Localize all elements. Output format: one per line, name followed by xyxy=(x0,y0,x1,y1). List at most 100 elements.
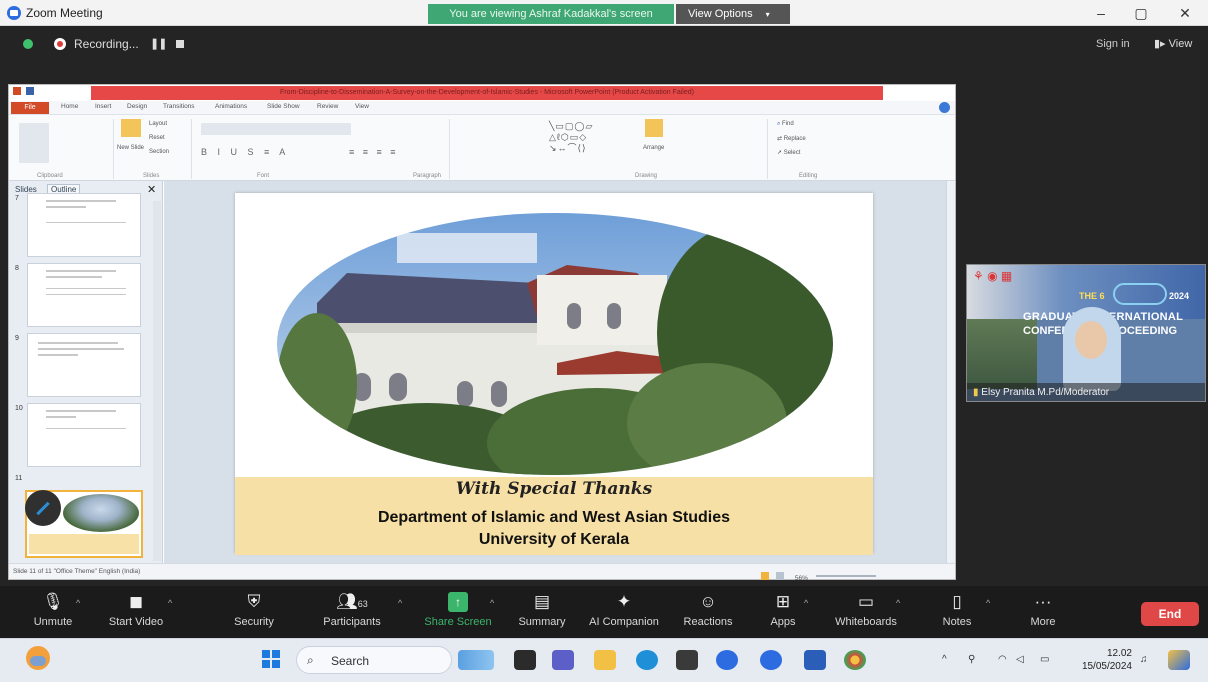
pause-recording-button[interactable]: ❚❚ xyxy=(150,37,167,50)
tab-insert[interactable]: Insert xyxy=(95,103,111,110)
cursor-icon: ➚ xyxy=(777,150,783,156)
slide-scrollbar[interactable] xyxy=(946,181,955,563)
powerpoint-window: From-Discipline-to-Dissemination-A-Surve… xyxy=(8,84,956,582)
arrange-button[interactable]: Arrange xyxy=(643,145,664,151)
slide-thumbnail[interactable] xyxy=(27,263,141,327)
windows-start-button[interactable] xyxy=(262,650,280,668)
whiteboards-chevron-icon[interactable]: ^ xyxy=(896,598,900,608)
sign-in-link[interactable]: Sign in xyxy=(1096,38,1130,50)
maximize-button[interactable]: ▢ xyxy=(1126,4,1156,22)
end-meeting-button[interactable]: End xyxy=(1141,602,1199,626)
slide-thumbnail[interactable] xyxy=(27,403,141,467)
section-button[interactable]: Section xyxy=(149,149,169,155)
copilot-icon[interactable] xyxy=(1168,650,1190,670)
close-panel-icon[interactable]: ✕ xyxy=(147,183,156,196)
notification-bell-icon[interactable]: ♫ xyxy=(1140,654,1148,665)
video-options-chevron-icon[interactable]: ^ xyxy=(168,598,172,608)
save-icon[interactable] xyxy=(25,87,34,95)
tab-slide-show[interactable]: Slide Show xyxy=(267,103,300,110)
tab-home[interactable]: Home xyxy=(61,103,78,110)
slide-thumbnail[interactable] xyxy=(27,193,141,257)
tab-design[interactable]: Design xyxy=(127,103,147,110)
wifi-icon[interactable]: ◠ xyxy=(998,654,1007,665)
view-options-button[interactable]: View Options ▾ xyxy=(676,4,790,24)
more-button[interactable]: ··· More xyxy=(1018,592,1068,628)
view-button[interactable]: ▮▸ View xyxy=(1154,37,1192,50)
chrome-icon[interactable] xyxy=(844,650,866,670)
reactions-button[interactable]: ☺ Reactions xyxy=(678,592,738,628)
apps-chevron-icon[interactable]: ^ xyxy=(804,598,808,608)
new-slide-button[interactable]: New Slide xyxy=(117,145,144,151)
font-format-buttons[interactable]: B I U S ≡ A xyxy=(201,147,289,157)
replace-button[interactable]: ⇄ Replace xyxy=(777,135,806,142)
zoom-controls[interactable]: 56% xyxy=(761,567,921,582)
meeting-info-icon[interactable] xyxy=(23,39,33,49)
quick-access-toolbar[interactable] xyxy=(13,87,34,97)
tray-overflow-chevron-icon[interactable]: ^ xyxy=(942,654,947,665)
zoom-app-icon[interactable] xyxy=(760,650,782,670)
notes-chevron-icon[interactable]: ^ xyxy=(986,598,990,608)
help-icon[interactable] xyxy=(939,102,950,113)
notes-button[interactable]: ▯ Notes xyxy=(932,592,982,628)
tab-transitions[interactable]: Transitions xyxy=(163,103,195,110)
word-icon[interactable] xyxy=(804,650,826,670)
participants-button[interactable]: 👥︎63 Participants xyxy=(316,592,388,628)
shapes-gallery[interactable]: ╲▭▢◯▱ △ℓ⬡▭◇ ↘↔⌒⟨⟩ xyxy=(549,121,593,154)
paragraph-align-buttons[interactable]: ≡ ≡ ≡ ≡ xyxy=(349,147,399,157)
edge-browser-icon[interactable] xyxy=(636,650,658,670)
slide-sorter-icon[interactable] xyxy=(776,572,785,580)
zoom-slider[interactable] xyxy=(816,574,877,577)
battery-icon[interactable]: ▭ xyxy=(1040,654,1049,665)
whiteboards-button[interactable]: ▭ Whiteboards xyxy=(826,592,906,628)
annotate-pencil-button[interactable] xyxy=(25,490,61,526)
normal-view-icon[interactable] xyxy=(761,572,769,580)
close-button[interactable]: ✕ xyxy=(1170,4,1200,22)
tab-review[interactable]: Review xyxy=(317,103,338,110)
group-label-paragraph: Paragraph xyxy=(413,173,442,179)
widgets-icon[interactable] xyxy=(458,650,494,670)
unmute-button[interactable]: 🎙︎ Unmute xyxy=(28,592,78,628)
taskbar-search-box[interactable]: ⌕ Search xyxy=(296,646,452,674)
security-button[interactable]: ⛨ Security xyxy=(226,592,282,628)
thumb-text-line xyxy=(46,428,126,429)
recording-label: Recording... xyxy=(74,37,139,51)
ai-companion-button[interactable]: ✦ AI Companion xyxy=(584,592,664,628)
apps-icon: ⊞ xyxy=(775,592,791,611)
task-view-icon[interactable] xyxy=(514,650,536,670)
tray-app-icon[interactable]: ⚲ xyxy=(968,654,975,665)
new-slide-icon xyxy=(121,119,141,137)
volume-icon[interactable]: ◁ xyxy=(1016,654,1024,665)
select-button[interactable]: ➚ Select xyxy=(777,149,800,156)
tab-animations[interactable]: Animations xyxy=(215,103,247,110)
reset-button[interactable]: Reset xyxy=(149,135,165,141)
taskbar-clock[interactable]: 12.02 15/05/2024 xyxy=(1072,647,1132,673)
file-explorer-icon[interactable] xyxy=(594,650,616,670)
share-screen-button[interactable]: ↑ Share Screen xyxy=(420,592,496,628)
participant-name: Elsy Pranita M.Pd/Moderator xyxy=(981,387,1110,398)
whiteboards-label: Whiteboards xyxy=(835,616,897,628)
weather-widget-icon[interactable] xyxy=(26,646,50,670)
font-name-select[interactable] xyxy=(201,123,351,135)
teams-icon[interactable] xyxy=(552,650,574,670)
clock-time: 12.02 xyxy=(1106,648,1132,659)
summary-icon: ▤ xyxy=(533,592,551,611)
participants-chevron-icon[interactable]: ^ xyxy=(398,598,402,608)
store-icon[interactable] xyxy=(676,650,698,670)
current-slide[interactable]: With Special Thanks Department of Islami… xyxy=(235,193,873,555)
find-button[interactable]: ⌕ Find xyxy=(777,121,794,128)
minimize-button[interactable]: – xyxy=(1086,4,1116,22)
audio-options-chevron-icon[interactable]: ^ xyxy=(76,598,80,608)
participant-video-tile[interactable]: ⚘ ◉ ▦ THE 6 2024 GRADUATE INTERNATIONAL … xyxy=(966,264,1206,402)
slide-thumbnail[interactable] xyxy=(27,333,141,397)
tab-file[interactable]: File xyxy=(11,102,49,114)
panel-scrollbar[interactable] xyxy=(153,201,161,561)
summary-button[interactable]: ▤ Summary xyxy=(512,592,572,628)
layout-button[interactable]: Layout xyxy=(149,121,167,127)
stop-recording-button[interactable] xyxy=(176,40,184,48)
tab-view[interactable]: View xyxy=(355,103,369,110)
apps-button[interactable]: ⊞ Apps xyxy=(760,592,806,628)
settings-gear-icon[interactable] xyxy=(716,650,738,670)
paste-button[interactable] xyxy=(19,123,49,163)
start-video-button[interactable]: ◼︎ Start Video xyxy=(100,592,172,628)
share-options-chevron-icon[interactable]: ^ xyxy=(490,598,494,608)
